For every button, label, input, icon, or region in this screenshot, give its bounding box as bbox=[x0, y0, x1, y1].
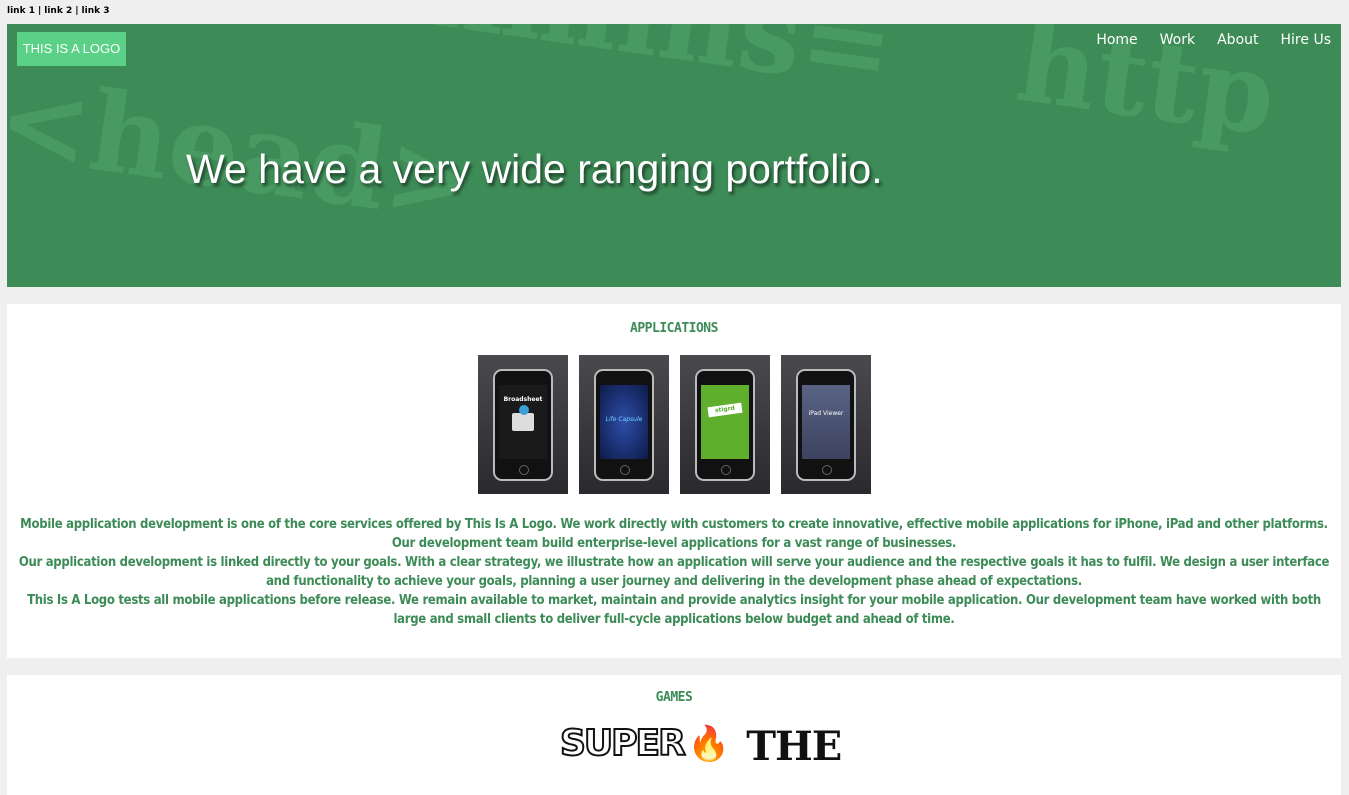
phone-icon: iPad Viewer bbox=[796, 369, 856, 481]
gift-box-icon bbox=[512, 405, 534, 431]
phone-screen: stigrd bbox=[701, 385, 749, 459]
hero-banner: <head> xmlns= http THIS IS A LOGO Home W… bbox=[7, 24, 1341, 287]
phone-screen: Broadsheet bbox=[499, 385, 547, 459]
phone-screen: Life Capsule bbox=[600, 385, 648, 459]
top-link-2[interactable]: link 2 bbox=[44, 6, 72, 16]
app-thumbnail-life-capsule[interactable]: Life Capsule bbox=[579, 355, 669, 494]
app-label: Life Capsule bbox=[605, 416, 643, 423]
phone-icon: stigrd bbox=[695, 369, 755, 481]
app-label: Broadsheet bbox=[503, 396, 543, 403]
home-button-icon bbox=[822, 465, 832, 475]
phone-icon: Life Capsule bbox=[594, 369, 654, 481]
site-logo[interactable]: THIS IS A LOGO bbox=[17, 32, 126, 66]
description-paragraph: Mobile application development is one of… bbox=[20, 517, 1328, 551]
games-section: GAMES SUPER 🔥 THE bbox=[7, 675, 1341, 795]
game-logo-the[interactable]: THE bbox=[746, 723, 842, 770]
description-paragraph: Our application development is linked di… bbox=[18, 555, 1330, 589]
home-button-icon bbox=[519, 465, 529, 475]
phone-screen: iPad Viewer bbox=[802, 385, 850, 459]
nav-about[interactable]: About bbox=[1217, 32, 1258, 48]
top-links: link 1 | link 2 | link 3 bbox=[7, 6, 110, 16]
nav-hire-us[interactable]: Hire Us bbox=[1281, 32, 1331, 48]
home-button-icon bbox=[620, 465, 630, 475]
home-button-icon bbox=[721, 465, 731, 475]
app-label: stigrd bbox=[707, 402, 743, 418]
app-label: iPad Viewer bbox=[808, 410, 844, 417]
nav-work[interactable]: Work bbox=[1160, 32, 1195, 48]
app-thumbnail-broadsheet[interactable]: Broadsheet bbox=[478, 355, 568, 494]
app-thumbnail-ipad-viewer[interactable]: iPad Viewer bbox=[781, 355, 871, 494]
app-thumbnails: Broadsheet Life Capsule stigrd iPad View… bbox=[478, 355, 871, 494]
games-title: GAMES bbox=[655, 690, 693, 705]
game-logo-super[interactable]: SUPER 🔥 bbox=[559, 722, 730, 765]
main-nav: Home Work About Hire Us bbox=[1096, 32, 1331, 48]
flame-icon: 🔥 bbox=[687, 724, 730, 764]
link-separator: | bbox=[75, 6, 79, 16]
applications-title: APPLICATIONS bbox=[630, 321, 718, 336]
applications-description: Mobile application development is one of… bbox=[7, 515, 1341, 629]
applications-section: APPLICATIONS Broadsheet Life Capsule sti… bbox=[7, 304, 1341, 658]
top-link-1[interactable]: link 1 bbox=[7, 6, 35, 16]
bg-code-xmlns: xmlns= bbox=[430, 24, 901, 114]
game-logo-text: SUPER bbox=[559, 722, 687, 765]
description-paragraph: This Is A Logo tests all mobile applicat… bbox=[27, 593, 1321, 627]
top-link-3[interactable]: link 3 bbox=[82, 6, 110, 16]
link-separator: | bbox=[37, 6, 42, 16]
app-thumbnail-stigrd[interactable]: stigrd bbox=[680, 355, 770, 494]
phone-icon: Broadsheet bbox=[493, 369, 553, 481]
game-logos: SUPER 🔥 THE bbox=[559, 722, 842, 770]
hero-headline: We have a very wide ranging portfolio. bbox=[186, 146, 883, 192]
nav-home[interactable]: Home bbox=[1096, 32, 1137, 48]
